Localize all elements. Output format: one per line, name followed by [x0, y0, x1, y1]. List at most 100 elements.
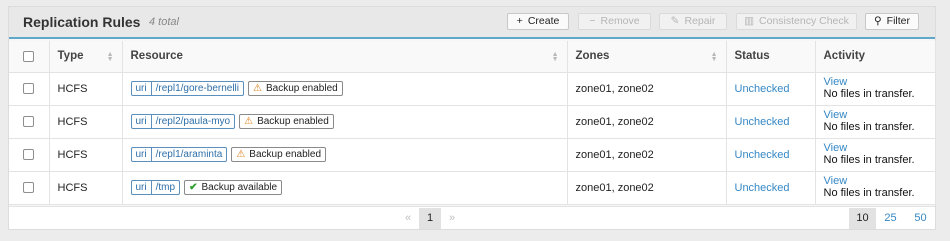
page-title: Replication Rules: [23, 14, 141, 30]
search-icon: ⚲: [873, 15, 882, 27]
column-header-type[interactable]: Type ▲ ▼: [49, 41, 123, 73]
status-link[interactable]: Unchecked: [735, 149, 790, 161]
uri-tag[interactable]: uri/tmp: [130, 180, 181, 195]
backup-badge: ✔ Backup available: [184, 180, 283, 195]
row-checkbox[interactable]: [23, 83, 35, 95]
backup-badge: ⚠ Backup enabled: [248, 81, 343, 96]
repair-button[interactable]: ✎ Repair: [659, 13, 727, 30]
table-header-row: Type ▲ ▼ Resource ▲ ▼ Zones ▲ ▼ Status Activit…: [9, 41, 936, 73]
panel-header: Replication Rules 4 total + Create − Remov…: [9, 7, 935, 39]
type-cell: HCFS: [49, 105, 123, 139]
row-select-cell: [9, 105, 50, 139]
activity-cell: View No files in transfer.: [815, 138, 936, 172]
sort-icon[interactable]: ▲ ▼: [552, 51, 559, 63]
backup-badge: ⚠ Backup enabled: [239, 114, 334, 129]
column-header-zones-label: Zones: [575, 50, 610, 63]
remove-label: Remove: [600, 15, 640, 27]
previous-page-button[interactable]: «: [397, 208, 419, 229]
resource-cell: uri/repl1/araminta ⚠ Backup enabled: [122, 138, 568, 172]
activity-cell: View No files in transfer.: [815, 171, 936, 205]
consistency-check-label: Consistency Check: [759, 15, 849, 27]
create-button[interactable]: + Create: [507, 13, 569, 30]
uri-key: uri: [132, 181, 152, 194]
repair-label: Repair: [684, 15, 716, 27]
warning-icon: ⚠: [253, 83, 262, 94]
view-link[interactable]: View: [824, 176, 927, 187]
sort-icon[interactable]: ▲ ▼: [711, 51, 718, 63]
page-1-button[interactable]: 1: [419, 208, 441, 229]
uri-value: /repl1/araminta: [155, 149, 223, 160]
sort-icon[interactable]: ▲ ▼: [107, 51, 114, 63]
table-row[interactable]: HCFS uri/repl2/paula-myo ⚠ Backup enabled zo…: [9, 105, 936, 139]
warning-icon: ⚠: [244, 116, 254, 127]
activity-cell: View No files in transfer.: [815, 72, 936, 106]
view-link[interactable]: View: [824, 110, 927, 121]
warning-icon: ⚠: [236, 149, 246, 160]
zones-cell: zone01, zone02: [567, 105, 727, 139]
status-link[interactable]: Unchecked: [735, 116, 790, 128]
uri-value: /repl1/gore-bernelli: [155, 83, 240, 94]
uri-value: /repl2/paula-myo: [155, 116, 231, 127]
table-footer: « 1 » 10 25 50: [9, 206, 935, 229]
uri-key: uri: [132, 115, 152, 128]
status-cell: Unchecked: [726, 105, 816, 139]
status-cell: Unchecked: [726, 171, 816, 205]
table-row[interactable]: HCFS uri/tmp ✔ Backup available zone01, zone…: [9, 171, 936, 205]
backup-badge-label: Backup available: [201, 182, 278, 193]
row-checkbox[interactable]: [23, 116, 35, 128]
check-icon: ✔: [189, 182, 198, 193]
column-header-type-label: Type: [57, 50, 84, 63]
minus-icon: −: [589, 15, 596, 27]
activity-message: No files in transfer.: [823, 121, 915, 133]
view-link[interactable]: View: [824, 143, 927, 154]
backup-badge-label: Backup enabled: [249, 149, 322, 160]
activity-cell: View No files in transfer.: [815, 105, 936, 139]
status-link[interactable]: Unchecked: [735, 182, 790, 194]
page-size-25[interactable]: 25: [877, 208, 904, 229]
column-header-resource[interactable]: Resource ▲ ▼: [122, 41, 568, 73]
page-size-10[interactable]: 10: [849, 208, 876, 229]
backup-badge-label: Backup enabled: [257, 116, 329, 127]
row-select-cell: [9, 72, 50, 106]
backup-badge: ⚠ Backup enabled: [231, 147, 327, 162]
total-count: 4 total: [149, 16, 179, 28]
type-cell: HCFS: [49, 138, 123, 172]
next-page-button[interactable]: »: [441, 208, 463, 229]
row-select-cell: [9, 138, 50, 172]
activity-message: No files in transfer.: [823, 154, 915, 166]
remove-button[interactable]: − Remove: [578, 13, 651, 30]
plus-icon: +: [516, 15, 523, 27]
status-cell: Unchecked: [726, 138, 816, 172]
row-select-cell: [9, 171, 50, 205]
row-checkbox[interactable]: [23, 149, 35, 161]
table-row[interactable]: HCFS uri/repl1/araminta ⚠ Backup enabled zon…: [9, 138, 936, 172]
resource-cell: uri/tmp ✔ Backup available: [122, 171, 568, 205]
select-all-cell: [9, 41, 50, 73]
replication-rules-table: Type ▲ ▼ Resource ▲ ▼ Zones ▲ ▼ Status Activit…: [9, 41, 936, 205]
resource-cell: uri/repl1/gore-bernelli ⚠ Backup enabled: [122, 72, 568, 106]
uri-key: uri: [132, 82, 152, 95]
wrench-icon: ✎: [670, 15, 680, 27]
column-header-zones[interactable]: Zones ▲ ▼: [567, 41, 727, 73]
uri-tag[interactable]: uri/repl2/paula-myo: [130, 114, 236, 129]
status-link[interactable]: Unchecked: [735, 83, 790, 95]
type-cell: HCFS: [49, 171, 123, 205]
table-icon: ▥: [744, 15, 755, 27]
create-label: Create: [527, 15, 560, 27]
activity-message: No files in transfer.: [823, 187, 915, 199]
row-checkbox[interactable]: [23, 182, 35, 194]
page-size-50[interactable]: 50: [907, 208, 934, 229]
select-all-checkbox[interactable]: [23, 50, 35, 62]
filter-button[interactable]: ⚲ Filter: [865, 13, 919, 30]
consistency-check-button[interactable]: ▥ Consistency Check: [736, 13, 857, 30]
zones-cell: zone01, zone02: [567, 72, 727, 106]
table-row[interactable]: HCFS uri/repl1/gore-bernelli ⚠ Backup enabl…: [9, 72, 936, 106]
uri-key: uri: [132, 148, 152, 161]
uri-value: /tmp: [155, 182, 176, 193]
column-header-resource-label: Resource: [130, 50, 183, 63]
uri-tag[interactable]: uri/repl1/gore-bernelli: [130, 81, 245, 96]
view-link[interactable]: View: [824, 77, 927, 88]
uri-tag[interactable]: uri/repl1/araminta: [130, 147, 228, 162]
zones-cell: zone01, zone02: [567, 138, 727, 172]
type-cell: HCFS: [49, 72, 123, 106]
